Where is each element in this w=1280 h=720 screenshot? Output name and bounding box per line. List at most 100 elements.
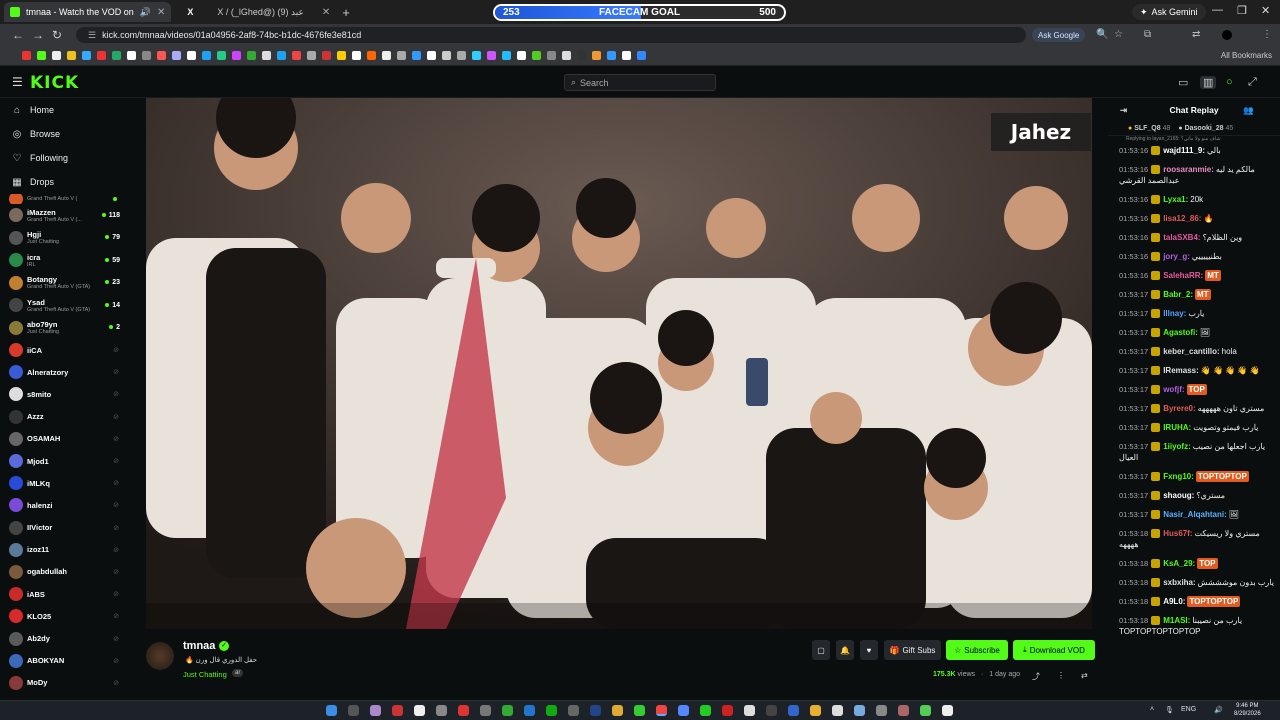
bookmark-icon[interactable]: [622, 51, 631, 60]
close-window-icon[interactable]: ✕: [1261, 4, 1270, 17]
search-input[interactable]: ⌕ Search: [564, 74, 716, 91]
tab-kick[interactable]: tmnaa - Watch the VOD on 🔊 ✕: [4, 2, 172, 22]
app-icon[interactable]: [854, 705, 865, 716]
folder-icon[interactable]: [810, 705, 821, 716]
share-icon[interactable]: ⤴: [1032, 671, 1040, 682]
app-icon[interactable]: [920, 705, 931, 716]
sidebar-live-channel[interactable]: abo79yn Just Chatting 2: [0, 317, 126, 340]
ask-gemini-button[interactable]: ✦ Ask Gemini: [1132, 4, 1206, 20]
bookmark-icon[interactable]: [637, 51, 646, 60]
bookmark-icon[interactable]: [367, 51, 376, 60]
bookmark-icon[interactable]: [337, 51, 346, 60]
hide-panel-icon[interactable]: ⇄: [1081, 671, 1088, 680]
bookmark-icon[interactable]: [307, 51, 316, 60]
chat-username[interactable]: A9L0:: [1163, 597, 1185, 606]
bookmark-icon[interactable]: [382, 51, 391, 60]
bookmark-icon[interactable]: [562, 51, 571, 60]
back-icon[interactable]: ←: [12, 28, 24, 42]
profile-icon[interactable]: [1222, 30, 1232, 40]
ask-google-button[interactable]: Ask Google: [1032, 28, 1086, 42]
bookmark-icon[interactable]: [202, 51, 211, 60]
chat-username[interactable]: 1iiyofz:: [1163, 442, 1191, 451]
bookmark-icon[interactable]: [352, 51, 361, 60]
sidebar-offline-channel[interactable]: KLO25 ⊘: [0, 605, 126, 627]
bookmark-icon[interactable]: [67, 51, 76, 60]
bookmark-icon[interactable]: [592, 51, 601, 60]
clip-button[interactable]: ▢: [812, 640, 830, 660]
maximize-icon[interactable]: ❐: [1237, 4, 1247, 17]
sidebar-offline-channel[interactable]: iMLKq ⊘: [0, 472, 126, 494]
app-icon[interactable]: [502, 705, 513, 716]
forward-icon[interactable]: →: [32, 28, 44, 42]
chat-username[interactable]: IRemass:: [1163, 366, 1199, 375]
bookmark-icon[interactable]: [112, 51, 121, 60]
bookmark-icon[interactable]: [427, 51, 436, 60]
sidebar-live-channel[interactable]: Ysad Grand Theft Auto V (GTA) 14: [0, 294, 126, 317]
star-icon[interactable]: ☆: [1114, 29, 1123, 40]
bookmark-icon[interactable]: [277, 51, 286, 60]
sidebar-item-home[interactable]: ⌂ Home: [0, 98, 126, 122]
sidebar-offline-channel[interactable]: izoz11 ⊘: [0, 539, 126, 561]
sidebar-offline-channel[interactable]: ABOKYAN ⊘: [0, 650, 126, 672]
bookmark-icon[interactable]: [217, 51, 226, 60]
xbox-icon[interactable]: [546, 705, 557, 716]
chrome-icon[interactable]: [656, 705, 667, 716]
site-info-icon[interactable]: ☰: [88, 30, 96, 41]
users-icon[interactable]: 👥: [1243, 105, 1254, 116]
bookmark-icon[interactable]: [262, 51, 271, 60]
close-tab-icon[interactable]: ✕: [157, 7, 165, 18]
app-icon[interactable]: [832, 705, 843, 716]
chat-username[interactable]: jory_g:: [1163, 252, 1190, 261]
sidebar-offline-channel[interactable]: OSAMAH ⊘: [0, 428, 126, 450]
follow-button[interactable]: ♥: [860, 640, 878, 660]
chat-username[interactable]: roosaranmie:: [1163, 165, 1214, 174]
tray-chevron-icon[interactable]: ˄: [1150, 706, 1154, 713]
download-vod-button[interactable]: ⤓ Download VOD: [1013, 640, 1095, 660]
bookmark-icon[interactable]: [502, 51, 511, 60]
start-icon[interactable]: [326, 705, 337, 716]
tab-x[interactable]: X X / (_lGhed@) عبد (9) ✕: [181, 2, 336, 22]
app-icon[interactable]: [898, 705, 909, 716]
bookmark-icon[interactable]: [472, 51, 481, 60]
close-tab-icon[interactable]: ✕: [322, 7, 330, 18]
url-field[interactable]: ☰ kick.com/tmnaa/videos/01a04956-2af8-74…: [76, 27, 1026, 43]
bookmark-icon[interactable]: [37, 51, 46, 60]
bookmark-icon[interactable]: [97, 51, 106, 60]
app-icon[interactable]: [392, 705, 403, 716]
app-icon[interactable]: [458, 705, 469, 716]
chat-username[interactable]: lllnay:: [1163, 309, 1186, 318]
status-circle-icon[interactable]: ○: [1226, 76, 1233, 88]
sidebar-offline-channel[interactable]: MoDy ⊘: [0, 672, 126, 694]
app-icon[interactable]: [480, 705, 491, 716]
sidebar-item-following[interactable]: ♡ Following: [0, 146, 126, 170]
streamer-avatar[interactable]: [146, 642, 174, 670]
bookmark-icon[interactable]: [172, 51, 181, 60]
hamburger-menu-icon[interactable]: ☰: [12, 75, 23, 89]
subscribe-button[interactable]: ☆ Subscribe: [946, 640, 1008, 660]
bookmark-icon[interactable]: [577, 51, 586, 60]
expand-icon[interactable]: ⤢: [1248, 76, 1257, 89]
gifter-item[interactable]: ● Dasooki_28 45: [1178, 125, 1233, 132]
sidebar-offline-channel[interactable]: IIVictor ⊘: [0, 517, 126, 539]
whatsapp-icon[interactable]: [700, 705, 711, 716]
app-icon[interactable]: [436, 705, 447, 716]
search-taskbar-icon[interactable]: [348, 705, 359, 716]
app-icon[interactable]: [942, 705, 953, 716]
bookmark-icon[interactable]: [52, 51, 61, 60]
reload-icon[interactable]: ↻: [52, 28, 62, 42]
language-indicator[interactable]: ENG: [1181, 706, 1196, 713]
chat-username[interactable]: KsA_29:: [1163, 559, 1195, 568]
minimize-icon[interactable]: —: [1212, 4, 1223, 16]
collapse-chat-icon[interactable]: ⇥: [1120, 105, 1127, 116]
bookmark-icon[interactable]: [412, 51, 421, 60]
chat-username[interactable]: Byrere0:: [1163, 404, 1195, 413]
extensions-icon[interactable]: ⧉: [1144, 29, 1151, 40]
chat-username[interactable]: Lyxa1:: [1163, 195, 1188, 204]
bookmark-icon[interactable]: [187, 51, 196, 60]
bookmark-icon[interactable]: [322, 51, 331, 60]
streamer-name[interactable]: tmnaa: [183, 640, 215, 652]
app-icon[interactable]: [370, 705, 381, 716]
zoom-icon[interactable]: 🔍: [1096, 29, 1108, 40]
app-icon[interactable]: [634, 705, 645, 716]
more-options-icon[interactable]: ⋮: [1057, 671, 1065, 680]
